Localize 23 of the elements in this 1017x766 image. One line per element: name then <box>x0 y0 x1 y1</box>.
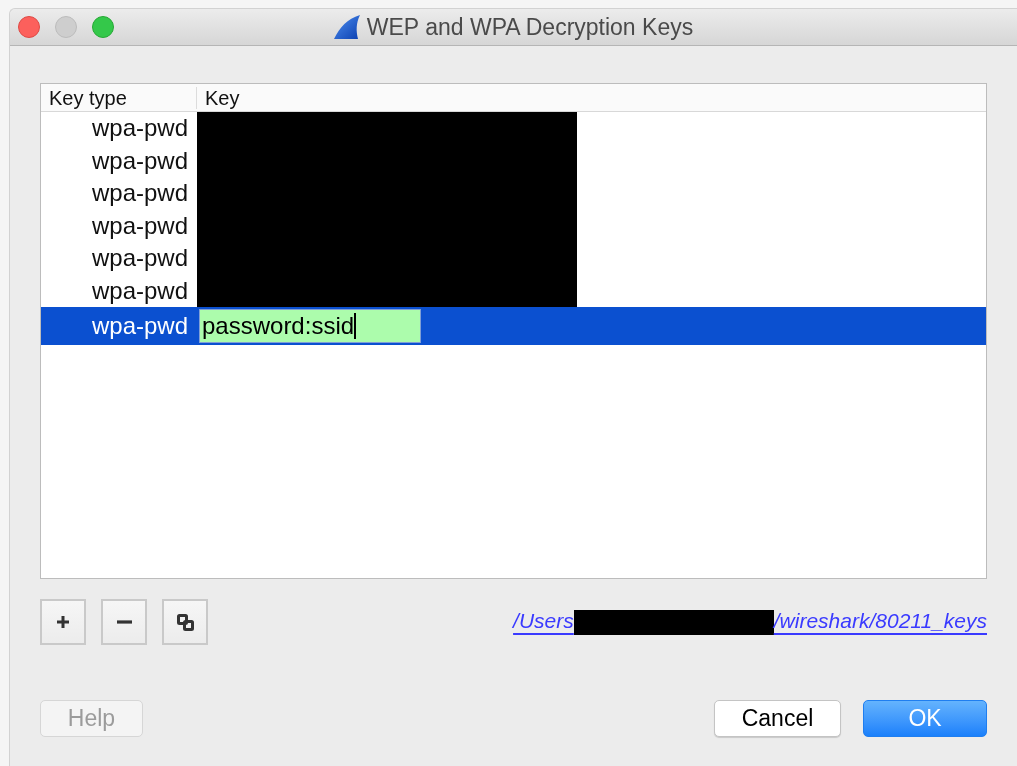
text-cursor-icon <box>354 313 357 339</box>
shark-fin-icon <box>333 15 360 39</box>
key-type-cell: wpa-pwd <box>91 312 188 340</box>
zoom-button[interactable] <box>92 16 114 38</box>
copy-button[interactable] <box>162 599 208 645</box>
table-row[interactable]: wpa-pwd password:ssid <box>41 307 986 345</box>
key-type-cell: wpa-pwd <box>91 146 188 175</box>
remove-button[interactable] <box>101 599 147 645</box>
column-header[interactable]: Key <box>197 86 986 109</box>
key-type-cell: wpa-pwd <box>91 211 188 240</box>
minus-icon <box>116 620 132 624</box>
window-title: WEP and WPA Decryption Keys <box>366 12 694 42</box>
cancel-button[interactable]: Cancel <box>714 700 841 737</box>
key-type-cell: wpa-pwd <box>91 276 188 305</box>
key-type-cell: wpa-pwd <box>91 179 188 208</box>
add-button[interactable] <box>40 599 86 645</box>
key-type-cell: wpa-pwd <box>91 114 188 143</box>
plus-icon <box>56 615 70 629</box>
key-type-cell: wpa-pwd <box>91 244 188 273</box>
copy-icon <box>176 613 194 631</box>
column-header[interactable]: Key type <box>41 86 197 109</box>
close-button[interactable] <box>18 16 40 38</box>
key-input-field[interactable]: password:ssid <box>199 309 421 343</box>
